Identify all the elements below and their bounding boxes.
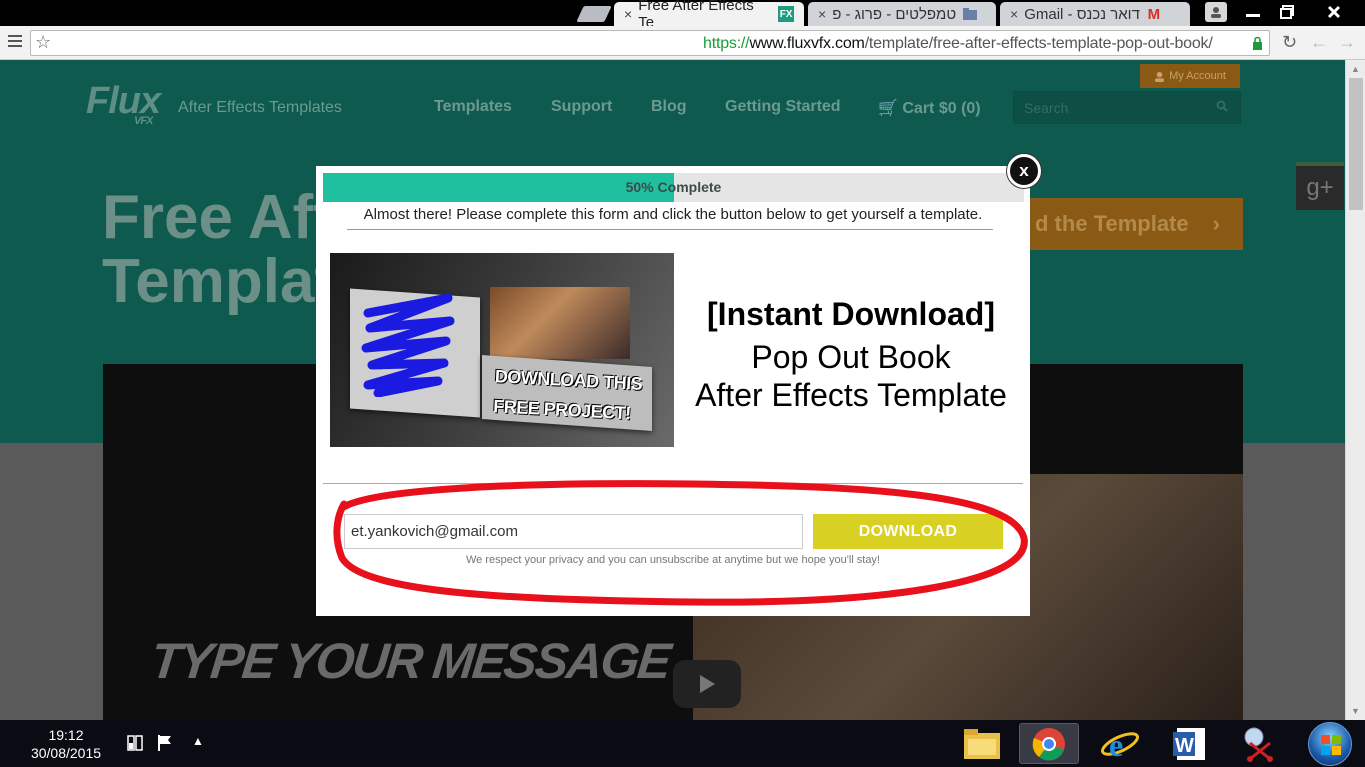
progress-bar: 50% Complete [323, 173, 1024, 202]
tab-title: טמפלטים - פרוג - פ [832, 5, 957, 23]
internet-explorer-icon[interactable]: e [1090, 723, 1150, 764]
progress-label: 50% Complete [625, 179, 722, 195]
windows-logo-icon [1321, 735, 1341, 755]
gmail-icon: M [1147, 5, 1161, 23]
chevron-right-icon: › [1212, 211, 1220, 236]
minimize-button[interactable] [1234, 0, 1272, 24]
show-hidden-icons-icon[interactable]: ▲ [192, 734, 204, 748]
close-tab-icon[interactable]: × [624, 6, 632, 22]
profile-icon[interactable] [1205, 2, 1227, 22]
get-template-button[interactable]: d the Template › [1005, 198, 1243, 250]
page-headline: Free Aft Templat [102, 183, 336, 316]
lock-icon[interactable] [1252, 36, 1263, 50]
tab-gmail[interactable]: × דואר נכנס - Gmail M [1000, 2, 1190, 26]
page-scrollbar[interactable]: ▲ ▼ [1345, 60, 1365, 720]
microsoft-word-icon[interactable]: W [1160, 723, 1220, 764]
power-icon[interactable] [126, 734, 144, 757]
site-tagline: After Effects Templates [178, 99, 342, 116]
close-tab-icon[interactable]: × [1010, 6, 1018, 22]
fluxvfx-favicon-icon: FX [778, 6, 794, 22]
system-clock[interactable]: 19:12 30/08/2015 [26, 726, 106, 762]
template-preview-image: DOWNLOAD THIS FREE PROJECT! [330, 253, 674, 447]
nav-support[interactable]: Support [551, 98, 612, 116]
optin-modal: 50% Complete Almost there! Please comple… [316, 166, 1030, 616]
nav-blog[interactable]: Blog [651, 98, 687, 116]
fluxvfx-logo[interactable]: Flux VFX [86, 80, 161, 127]
bookmark-star-icon[interactable]: ☆ [35, 32, 51, 53]
template-type: After Effects Template [695, 377, 1007, 413]
address-bar[interactable]: ☆ https://www.fluxvfx.com/template/free-… [30, 30, 1270, 56]
action-center-flag-icon[interactable] [156, 734, 174, 757]
clock-date: 30/08/2015 [30, 745, 102, 761]
modal-subtitle: Almost there! Please complete this form … [363, 206, 983, 223]
image-cta-text: DOWNLOAD THIS FREE PROJECT! [492, 366, 643, 424]
search-icon[interactable] [1216, 100, 1228, 112]
menu-icon[interactable] [8, 35, 22, 49]
my-account-button[interactable]: My Account [1140, 64, 1240, 88]
close-modal-button[interactable]: x [1007, 154, 1041, 188]
template-title: [Instant Download] Pop Out Book After Ef… [676, 294, 1026, 414]
close-tab-icon[interactable]: × [818, 6, 826, 22]
nav-templates[interactable]: Templates [434, 98, 512, 116]
scroll-up-icon[interactable]: ▲ [1351, 64, 1360, 74]
svg-text:e: e [1109, 727, 1123, 763]
blue-scribble-redaction [361, 293, 455, 397]
back-icon[interactable]: ← [1310, 32, 1328, 53]
forward-icon[interactable]: → [1338, 32, 1356, 53]
svg-text:W: W [1175, 735, 1194, 757]
divider [347, 229, 993, 230]
video-overlay-text: TYPE YOUR MESSAGE [148, 633, 672, 689]
file-explorer-icon[interactable] [952, 723, 1012, 764]
nav-cart[interactable]: 🛒 Cart $0 (0) [878, 98, 981, 118]
play-button[interactable] [673, 660, 741, 708]
chrome-icon[interactable] [1019, 723, 1079, 764]
tab-strip: × Free After Effects Te FX × טמפלטים - פ… [0, 0, 1365, 31]
scroll-down-icon[interactable]: ▼ [1351, 706, 1360, 716]
snipping-tool-icon[interactable] [1230, 723, 1290, 764]
download-button[interactable]: DOWNLOAD [813, 514, 1003, 549]
divider [323, 483, 1023, 484]
restore-button[interactable] [1268, 0, 1306, 24]
tab-fluxvfx[interactable]: × Free After Effects Te FX [614, 0, 804, 31]
start-button[interactable] [1308, 722, 1352, 766]
close-window-button[interactable] [1314, 0, 1354, 24]
play-icon [700, 675, 715, 693]
instant-download-heading: [Instant Download] [707, 296, 995, 332]
browser-toolbar: ☆ https://www.fluxvfx.com/template/free-… [0, 26, 1365, 60]
nav-getting-started[interactable]: Getting Started [725, 98, 841, 116]
cart-icon: 🛒 [878, 100, 898, 117]
clock-time: 19:12 [48, 727, 84, 743]
privacy-note: We respect your privacy and you can unsu… [465, 554, 880, 566]
new-tab-button[interactable] [576, 6, 612, 22]
folder-icon [962, 6, 978, 22]
user-icon [1154, 71, 1165, 82]
google-plus-icon[interactable]: g+ [1296, 162, 1344, 210]
tab-templates-hebrew[interactable]: × טמפלטים - פרוג - פ [808, 2, 996, 26]
site-search-input[interactable]: Search [1013, 91, 1241, 124]
scrollbar-thumb[interactable] [1349, 78, 1363, 210]
reload-icon[interactable]: ↻ [1282, 32, 1297, 53]
template-name: Pop Out Book [751, 339, 951, 375]
url-text[interactable]: https://www.fluxvfx.com/template/free-af… [703, 35, 1213, 53]
email-field[interactable] [344, 514, 803, 549]
tab-title: דואר נכנס - Gmail [1024, 5, 1140, 23]
windows-taskbar: 19:12 30/08/2015 ▲ e W [0, 720, 1365, 767]
